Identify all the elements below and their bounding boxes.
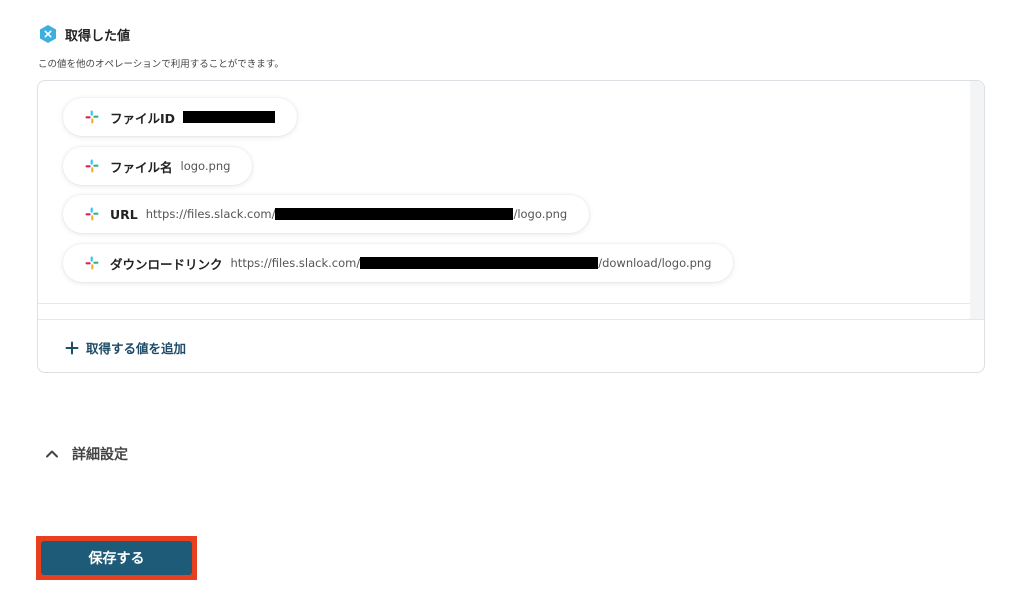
add-value-button[interactable]: 取得する値を追加	[65, 338, 186, 357]
value-label: ダウンロードリンク	[110, 256, 223, 272]
plus-icon	[65, 341, 79, 354]
value-chip-url[interactable]: URL https://files.slack.com/ /logo.png	[63, 195, 590, 233]
redacted-value	[360, 257, 599, 269]
section-title: 取得した値	[65, 28, 131, 44]
chevron-up-icon	[46, 450, 58, 458]
value-chip-file-id[interactable]: ファイルID	[63, 98, 298, 136]
value-text-suffix: /download/logo.png	[598, 256, 712, 270]
slack-icon	[85, 256, 99, 270]
redacted-value	[183, 111, 276, 123]
value-label: URL	[110, 206, 138, 222]
slack-icon	[85, 110, 99, 124]
page: 取得した値 この値を他のオペレーションで利用することができます。 ファイルID	[0, 0, 1023, 614]
redacted-value	[275, 208, 514, 220]
value-chip-file-name[interactable]: ファイル名 logo.png	[63, 147, 253, 185]
section-description: この値を他のオペレーションで利用することができます。	[38, 59, 284, 70]
value-label: ファイルID	[110, 110, 176, 126]
save-button-highlight: 保存する	[36, 536, 197, 580]
value-text-prefix: https://files.slack.com/	[145, 207, 276, 221]
advanced-settings-label: 詳細設定	[72, 447, 128, 463]
scrollbar[interactable]	[970, 81, 984, 319]
add-value-label: 取得する値を追加	[86, 341, 187, 356]
values-box: ファイルID ファイル名 logo.png URL https://files.…	[37, 80, 985, 373]
hex-x-icon	[40, 25, 56, 43]
save-button[interactable]: 保存する	[41, 541, 192, 575]
value-text-suffix: /logo.png	[513, 207, 568, 221]
value-label: ファイル名	[110, 159, 173, 175]
value-chip-download-link[interactable]: ダウンロードリンク https://files.slack.com/ /down…	[63, 244, 734, 282]
slack-icon	[85, 159, 99, 173]
value-text-prefix: https://files.slack.com/	[230, 256, 361, 270]
section-header: 取得した値	[38, 24, 130, 44]
divider	[38, 319, 984, 320]
value-text: logo.png	[180, 159, 231, 173]
slack-icon	[85, 207, 99, 221]
advanced-settings-toggle[interactable]: 詳細設定	[44, 444, 128, 464]
